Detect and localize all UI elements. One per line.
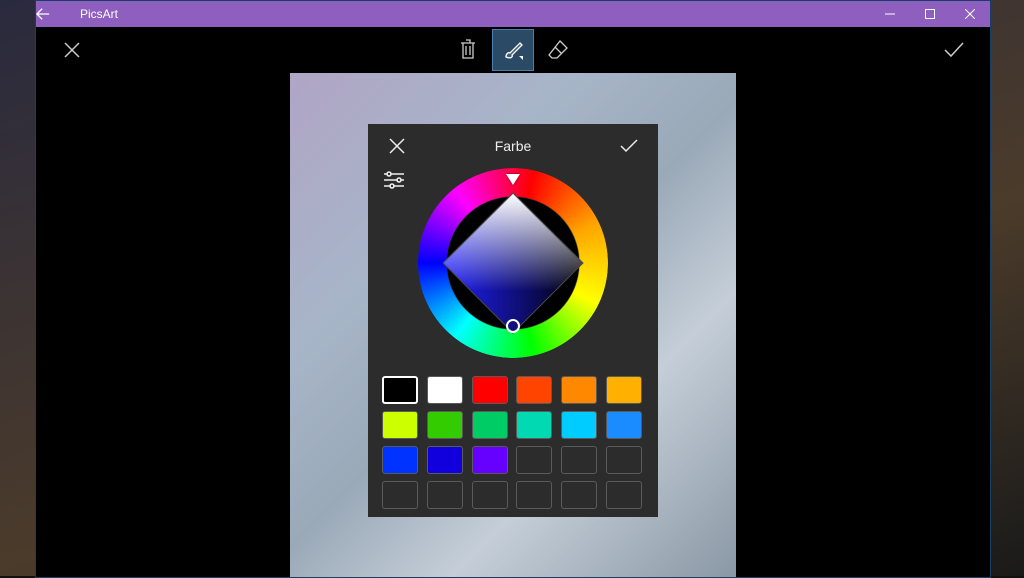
swatch-empty[interactable] — [382, 481, 418, 509]
app-window: PicsArt — [35, 0, 991, 578]
swatch-empty[interactable] — [606, 481, 642, 509]
color-swatch[interactable] — [427, 376, 463, 404]
trash-icon — [458, 38, 478, 60]
color-panel-title: Farbe — [412, 138, 614, 154]
swatch-empty[interactable] — [427, 481, 463, 509]
confirm-edit-button[interactable] — [934, 30, 974, 70]
sv-cursor-icon — [506, 319, 520, 333]
cancel-edit-button[interactable] — [52, 30, 92, 70]
swatch-empty[interactable] — [516, 446, 552, 474]
color-panel-confirm-button[interactable] — [614, 131, 644, 161]
color-swatch[interactable] — [427, 411, 463, 439]
color-swatch[interactable] — [382, 376, 418, 404]
swatch-empty[interactable] — [561, 446, 597, 474]
trash-tool-button[interactable] — [448, 29, 488, 69]
color-panel-close-button[interactable] — [382, 131, 412, 161]
swatch-grid — [368, 376, 658, 509]
color-swatch[interactable] — [472, 376, 508, 404]
maximize-button[interactable] — [910, 1, 950, 27]
color-swatch[interactable] — [472, 411, 508, 439]
color-swatch[interactable] — [382, 446, 418, 474]
swatch-empty[interactable] — [516, 481, 552, 509]
swatch-empty[interactable] — [561, 481, 597, 509]
color-swatch[interactable] — [472, 446, 508, 474]
color-swatch[interactable] — [516, 376, 552, 404]
back-button[interactable] — [36, 7, 76, 21]
minimize-button[interactable] — [870, 1, 910, 27]
editor-workspace: Farbe — [36, 73, 990, 577]
color-swatch[interactable] — [606, 411, 642, 439]
eraser-tool-button[interactable] — [538, 29, 578, 69]
color-wheel[interactable] — [418, 168, 608, 358]
close-window-button[interactable] — [950, 1, 990, 27]
color-swatch[interactable] — [516, 411, 552, 439]
swatch-empty[interactable] — [606, 446, 642, 474]
color-swatch[interactable] — [606, 376, 642, 404]
brush-tool-button[interactable] — [492, 29, 534, 71]
color-swatch[interactable] — [382, 411, 418, 439]
color-swatch[interactable] — [427, 446, 463, 474]
brush-icon — [502, 39, 524, 61]
eraser-icon — [547, 39, 569, 59]
window-titlebar: PicsArt — [36, 1, 990, 27]
color-swatch[interactable] — [561, 411, 597, 439]
editor-toolbar — [36, 27, 990, 73]
app-title: PicsArt — [76, 7, 118, 21]
color-picker-panel: Farbe — [368, 124, 658, 517]
hue-marker-icon — [506, 174, 520, 185]
swatch-empty[interactable] — [472, 481, 508, 509]
color-swatch[interactable] — [561, 376, 597, 404]
